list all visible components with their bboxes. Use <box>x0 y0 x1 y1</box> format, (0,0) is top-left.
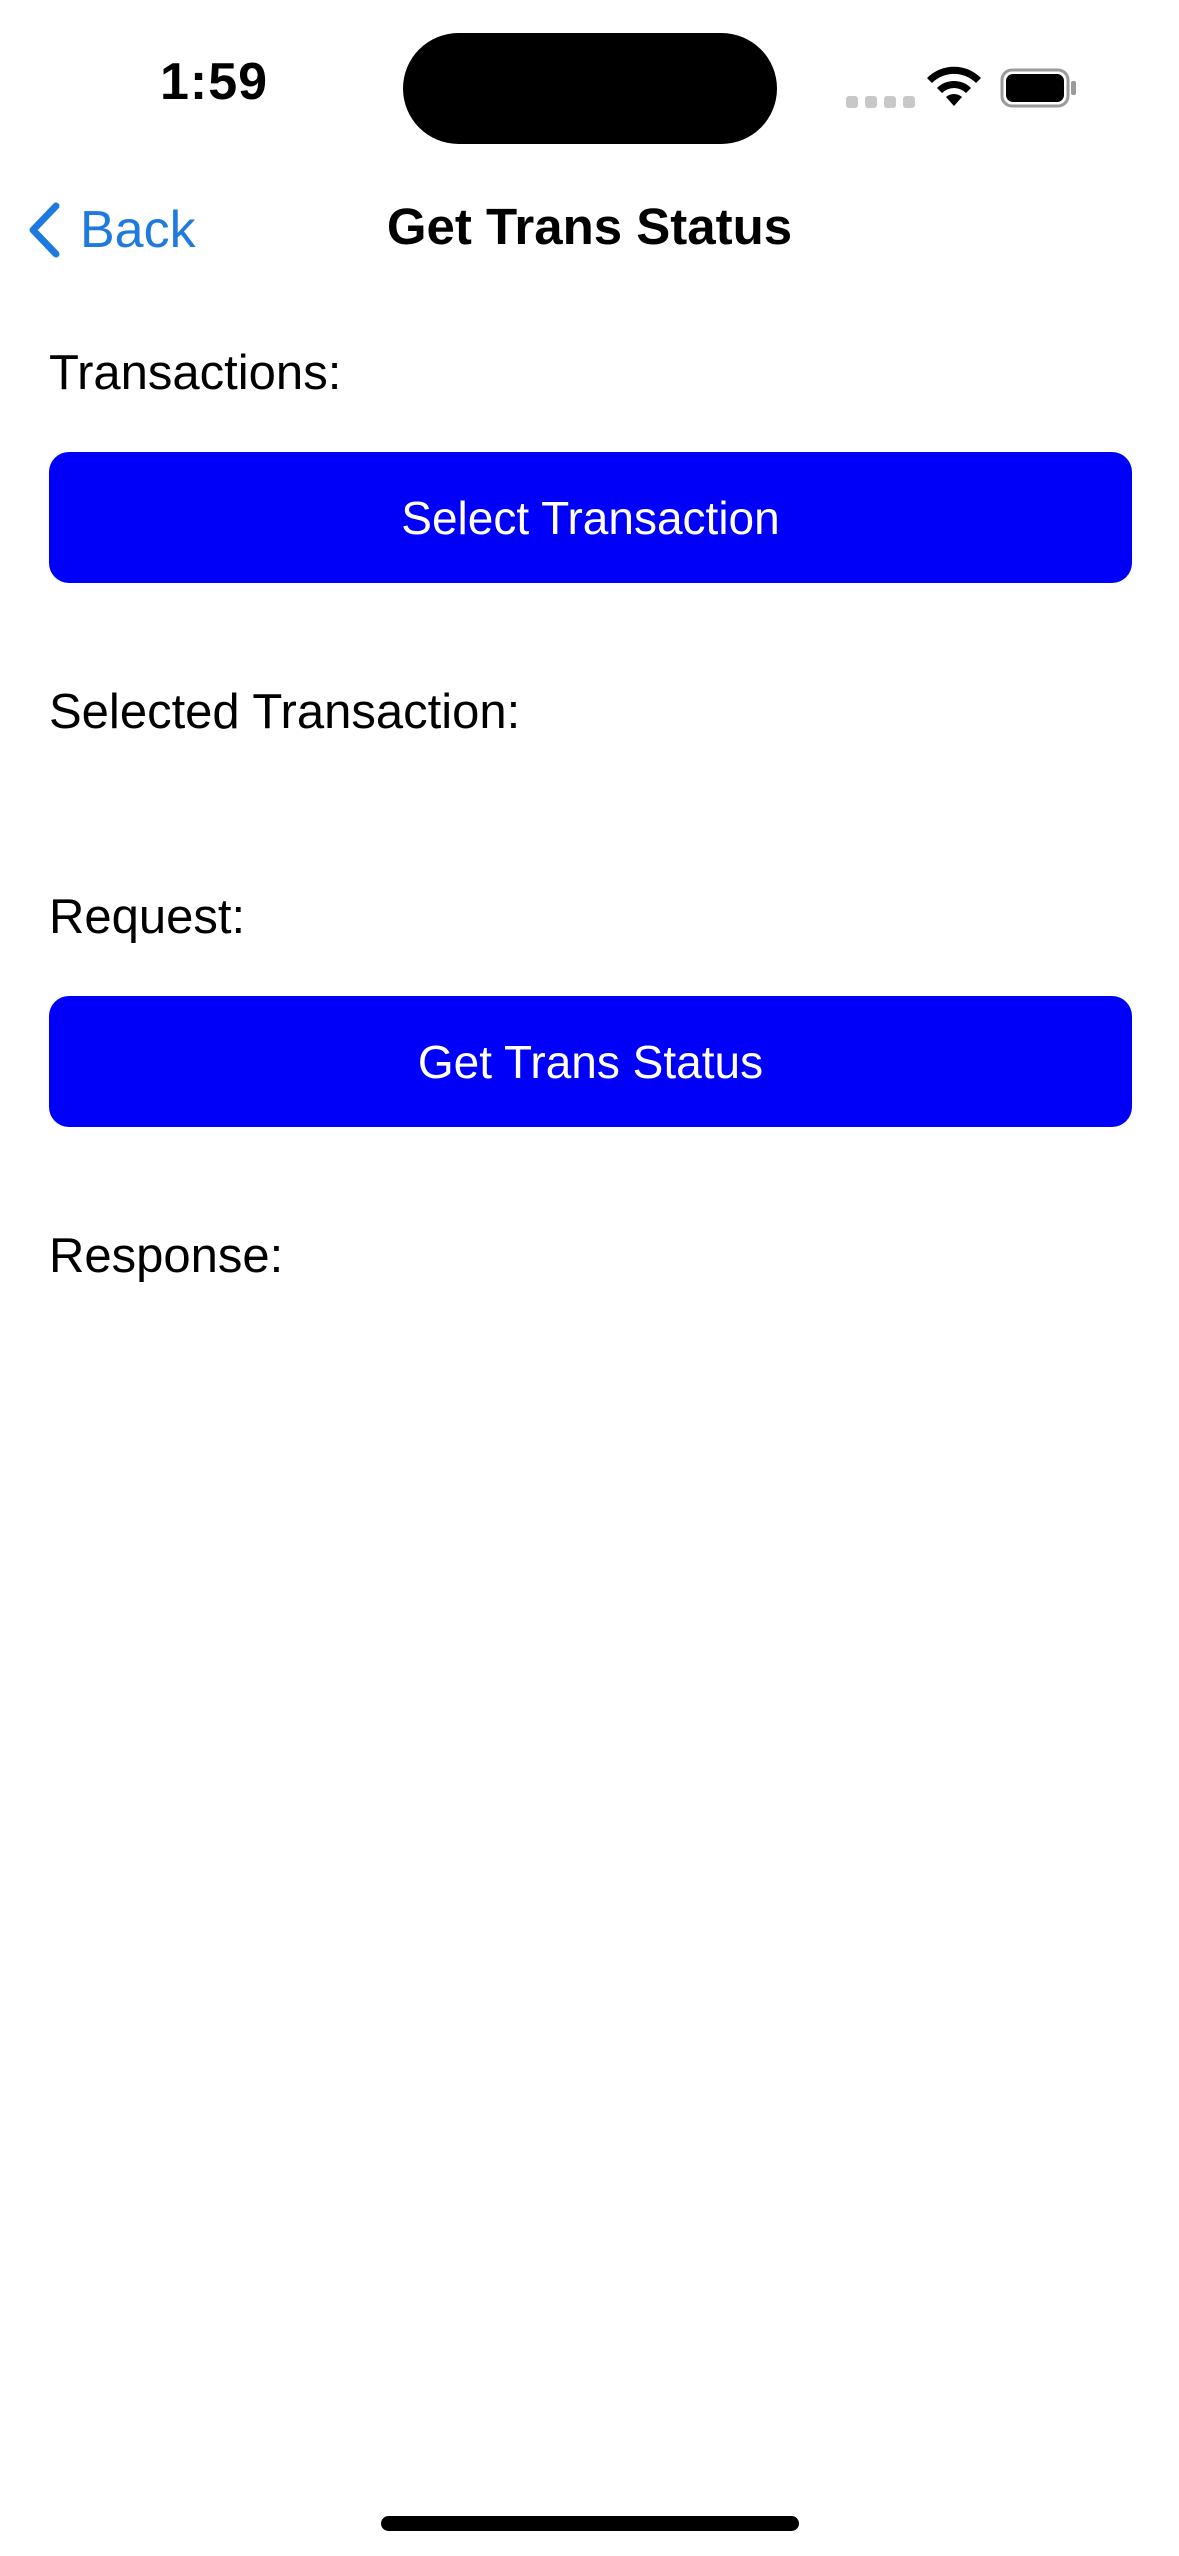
status-time: 1:59 <box>160 53 269 111</box>
cellular-signal-icon <box>846 96 915 108</box>
response-label: Response: <box>49 1229 284 1283</box>
request-label: Request: <box>49 890 246 944</box>
home-indicator[interactable] <box>381 2516 799 2531</box>
wifi-icon <box>927 66 981 106</box>
get-trans-status-screen: 1:59 Back Get Trans Status Transactions:… <box>0 0 1179 2556</box>
selected-transaction-label: Selected Transaction: <box>49 685 521 739</box>
battery-icon <box>1000 68 1076 108</box>
dynamic-island <box>403 33 777 144</box>
page-title: Get Trans Status <box>386 198 793 255</box>
get-trans-status-button[interactable]: Get Trans Status <box>49 996 1132 1127</box>
transactions-label: Transactions: <box>49 346 342 400</box>
select-transaction-button[interactable]: Select Transaction <box>49 452 1132 583</box>
